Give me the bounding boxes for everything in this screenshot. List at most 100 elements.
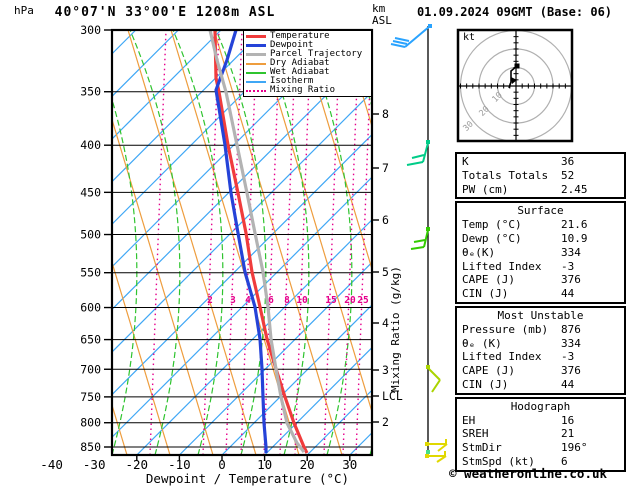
wind-barb-dot: [425, 442, 429, 446]
skewt-plot: 300350400450500550600650700750800850-40-…: [0, 23, 448, 472]
table-row-value: 334: [561, 245, 581, 259]
table-row: Lifted Index -3: [457, 260, 624, 274]
table-row-label: Pressure (mb): [462, 322, 549, 336]
mixing-ratio-axis-title: Mixing Ratio (g/kg): [389, 266, 402, 392]
barb-550hPa: [410, 227, 430, 250]
wind-barb-dot: [426, 140, 430, 144]
wind-barb-segment: [406, 161, 424, 166]
table-section: K 36 Totals Totals 52 PW (cm) 2.45: [455, 152, 626, 200]
table-section-title: Most Unstable: [497, 308, 584, 322]
table-row: CIN (J) 44: [457, 378, 624, 392]
legend-swatch-dewpoint: [246, 44, 266, 47]
table-row-value: 44: [561, 287, 575, 301]
table-row-label: CIN (J): [462, 287, 509, 301]
pressure-tick-label: 800: [80, 416, 101, 430]
table-row-value: 10.9: [561, 231, 588, 245]
dry-adiabat-line: [112, 403, 128, 455]
temp-tick-label: 30: [342, 457, 357, 472]
mixing-ratio-label: 15: [325, 295, 337, 306]
isotherm-line: [112, 30, 265, 183]
mixing-ratio-label: 3: [230, 295, 236, 306]
table-row-label: PW (cm): [462, 182, 509, 196]
wet-adiabat-line: [1, 30, 51, 455]
legend-swatch-dry-adiabat: [246, 62, 266, 65]
table-row-value: -3: [561, 259, 575, 273]
table-row-label: Totals Totals: [462, 168, 549, 182]
table-row-label: Temp (°C): [462, 218, 522, 232]
pressure-tick-label: 300: [80, 23, 101, 37]
table-row: θₑ (K) 334: [457, 337, 624, 351]
mixing-ratio-label: 2: [207, 295, 213, 306]
table-row-label: CIN (J): [462, 377, 509, 391]
table-row-value: 44: [561, 377, 575, 391]
temperature-axis-title: Dewpoint / Temperature (°C): [145, 471, 350, 486]
legend-label: Mixing Ratio: [270, 85, 336, 95]
table-row: Pressure (mb) 876: [457, 323, 624, 337]
page-title: 40°07'N 33°00'E 1208m ASL: [54, 5, 276, 20]
table-row-value: 21.6: [561, 218, 588, 232]
table-row-label: SREH: [462, 427, 489, 441]
table-row: CIN (J) 44: [457, 287, 624, 301]
barb-300hPa: [390, 24, 432, 48]
copyright: © weatheronline.co.uk: [449, 466, 608, 481]
table-row-label: θₑ (K): [462, 336, 502, 350]
temp-tick-label: -10: [168, 457, 191, 472]
pressure-tick-label: 600: [80, 301, 101, 315]
table-row-value: 2.45: [561, 182, 588, 196]
wind-barb-dot: [428, 24, 432, 28]
barb-450hPa: [406, 140, 430, 166]
table-row-value: 52: [561, 168, 575, 182]
legend-swatch-isotherm: [246, 80, 266, 83]
hodograph-border: [456, 28, 574, 143]
table-row: Dewp (°C) 10.9: [457, 232, 624, 246]
legend-swatch-wet-adiabat: [246, 71, 266, 74]
table-row-label: θₑ(K): [462, 245, 496, 259]
isotherm-line: [112, 30, 222, 140]
table-row-value: 376: [561, 273, 581, 287]
table-section-hodograph: Hodograph EH 16 SREH 21 StmDir 196° StmSpd (kt)…: [455, 396, 626, 472]
wind-barb-end-dot: [426, 450, 430, 454]
asl-label: ASL: [372, 14, 392, 27]
wind-barb-segment: [427, 367, 441, 381]
wind-barb-segment: [390, 43, 406, 48]
table-row-label: K: [462, 155, 469, 168]
hodograph-ring: [459, 31, 571, 140]
temp-tick-label: 10: [257, 457, 272, 472]
wet-adiabat-line: [0, 30, 8, 455]
km-tick-label: 7: [382, 161, 389, 175]
table-row-label: Lifted Index: [462, 259, 542, 273]
mixing-ratio-label: 6: [268, 295, 274, 306]
hodograph-unit-label: kt: [463, 32, 476, 43]
legend-item: Mixing Ratio: [246, 86, 369, 95]
skewt-sounding-page: 300 350 400 450 500 550 600 650 700 750 800 850 -40-…: [0, 0, 629, 486]
km-tick-label: 8: [382, 107, 389, 121]
mixing-ratio-label: 20: [344, 295, 356, 306]
pressure-tick-label: 750: [80, 390, 101, 404]
pressure-tick-label: 350: [80, 85, 101, 99]
legend-swatch-parcel-trajectory: [246, 53, 266, 56]
table-row-value: 376: [561, 364, 581, 378]
table-row: Temp (°C) 21.6: [457, 218, 624, 232]
wind-barb-segment: [413, 239, 426, 243]
table-row-value: 196°: [561, 441, 588, 455]
legend-swatch-temperature: [246, 35, 266, 38]
indices-table: K 36 Totals Totals 52 PW (cm) 2.45 Surface Temp…: [455, 152, 626, 474]
dry-adiabat-line: [112, 117, 214, 455]
hodograph-ring-label: 20: [477, 104, 491, 118]
wind-barb-segment: [411, 154, 425, 159]
pressure-tick-label: 700: [80, 362, 101, 376]
mixing-ratio-label: 25: [357, 295, 369, 306]
wind-barb-dot: [426, 227, 430, 231]
temp-tick-label: 20: [300, 457, 315, 472]
mixing-ratio-label: 4: [245, 295, 251, 306]
hodograph-ring: [496, 66, 536, 106]
table-row-label: CAPE (J): [462, 364, 515, 378]
pressure-tick-label: 450: [80, 185, 101, 199]
table-row-label: Lifted Index: [462, 350, 542, 364]
table-row-label: EH: [462, 413, 476, 427]
wind-barb-segment: [404, 25, 431, 48]
km-tick-label: 6: [382, 213, 389, 227]
wind-barb-segment: [410, 246, 425, 250]
table-row-value: 36: [561, 155, 575, 168]
table-row-label: Dewp (°C): [462, 231, 522, 245]
